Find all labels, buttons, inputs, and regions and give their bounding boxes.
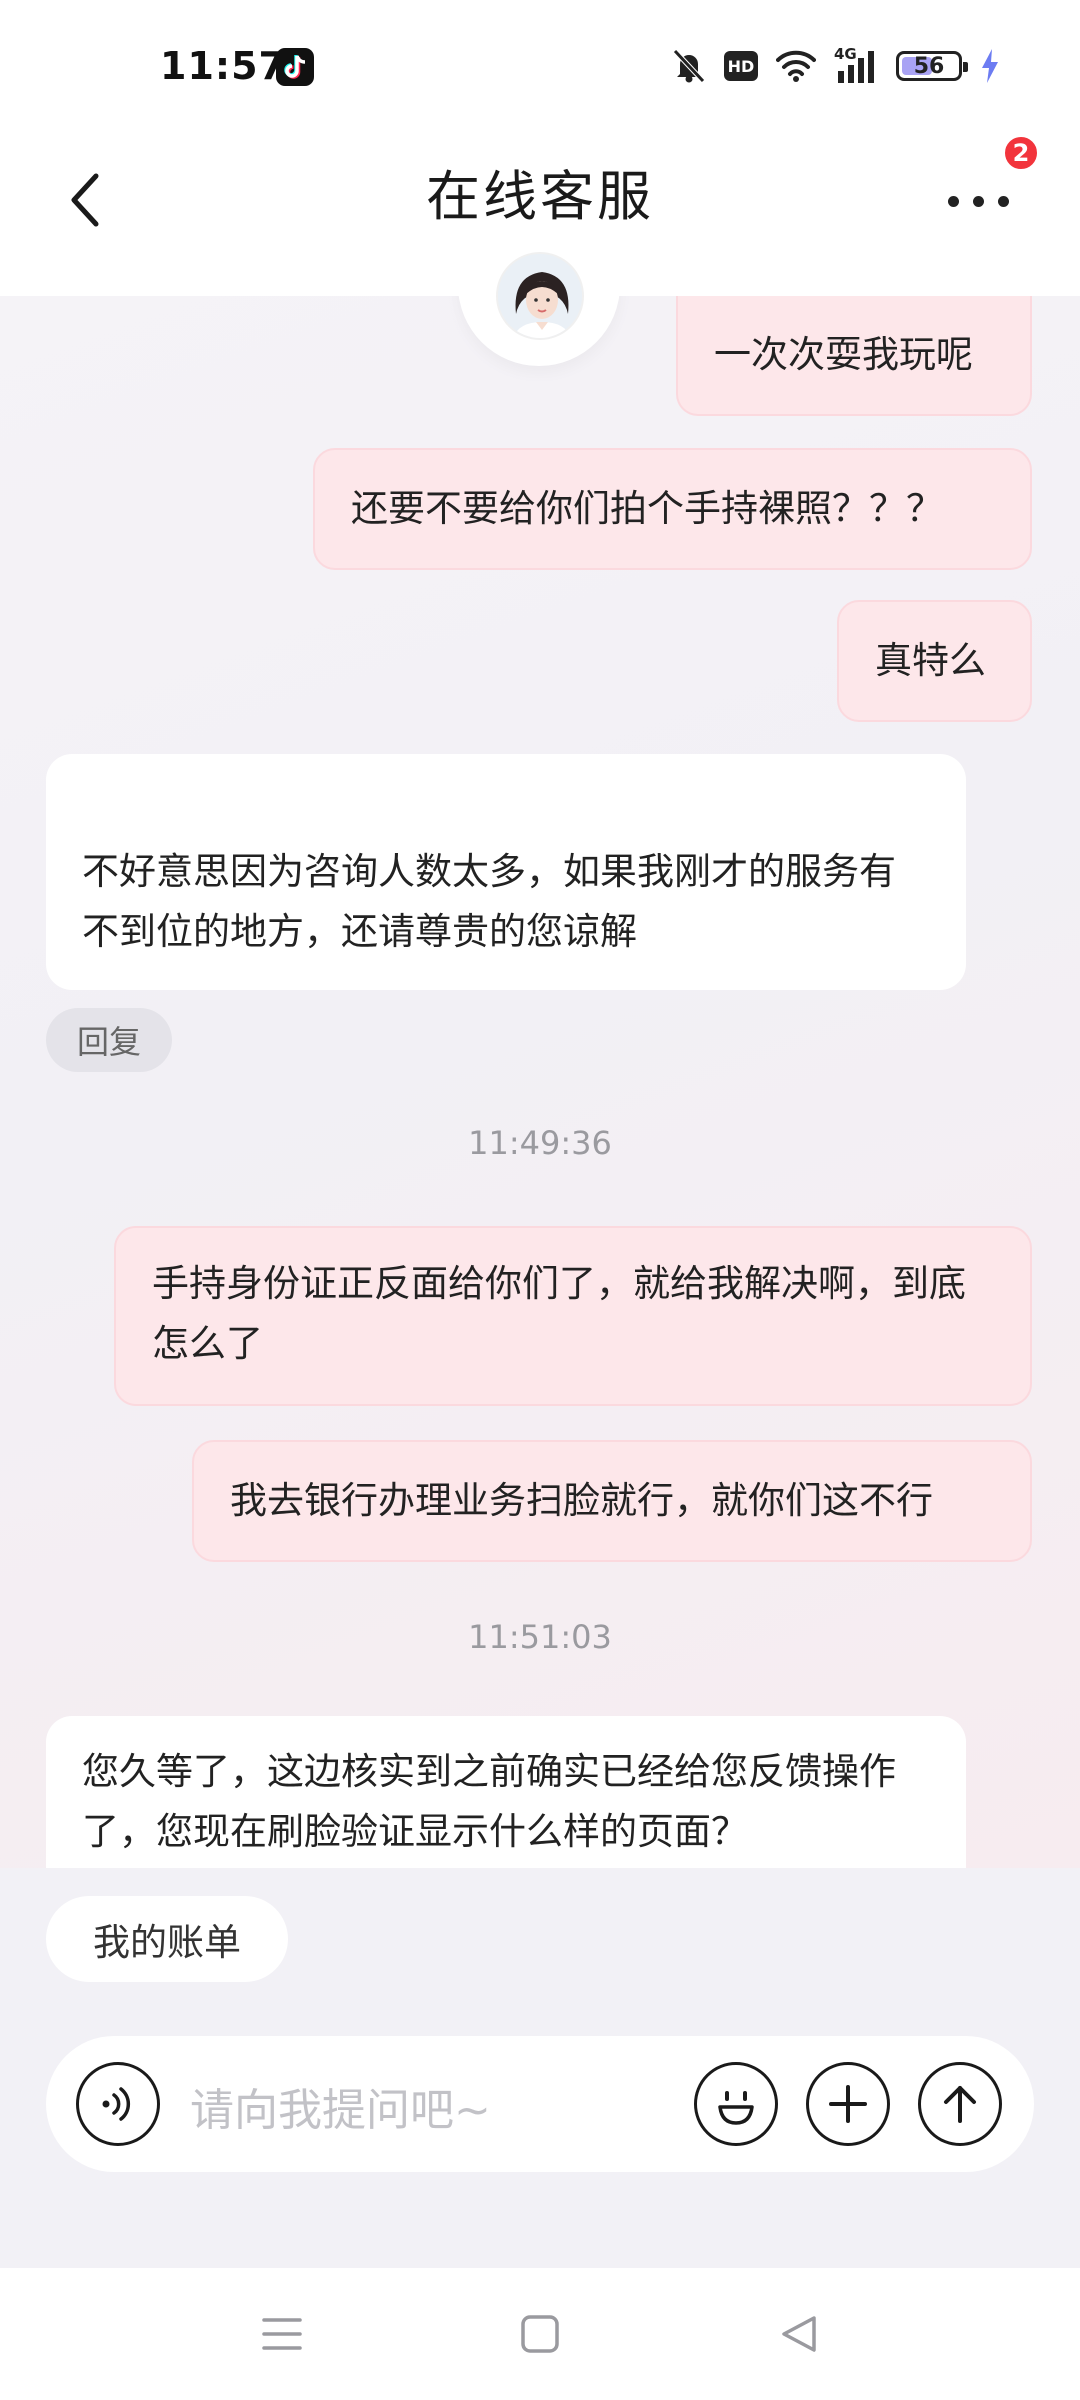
voice-button[interactable] bbox=[76, 2062, 160, 2146]
add-button[interactable] bbox=[806, 2062, 890, 2146]
message-user[interactable]: 一次次耍我玩呢 bbox=[676, 296, 1032, 416]
home-button[interactable] bbox=[518, 2312, 562, 2356]
message-user[interactable]: 真特么 bbox=[837, 600, 1032, 722]
more-button[interactable] bbox=[944, 160, 1024, 240]
emoji-icon bbox=[718, 2091, 754, 2125]
system-nav-bar bbox=[0, 2268, 1080, 2400]
hd-icon: HD bbox=[724, 51, 758, 81]
timestamp: 11:49:36 bbox=[468, 1124, 612, 1162]
tiktok-notification-icon bbox=[276, 48, 314, 86]
menu-icon bbox=[262, 2318, 302, 2350]
reply-button[interactable]: 回复 bbox=[46, 1008, 172, 1072]
timestamp: 11:51:03 bbox=[468, 1618, 612, 1656]
notification-badge: 2 bbox=[1002, 134, 1040, 172]
page-title: 在线客服 bbox=[426, 165, 654, 228]
system-back-button[interactable] bbox=[776, 2312, 820, 2356]
battery-icon: 56 bbox=[896, 51, 968, 81]
menu-button[interactable] bbox=[260, 2312, 304, 2356]
arrow-up-icon bbox=[944, 2086, 976, 2123]
input-bar: 请向我提问吧~ bbox=[46, 2036, 1034, 2172]
message-user[interactable]: 我去银行办理业务扫脸就行，就你们这不行 bbox=[192, 1440, 1032, 1562]
plus-icon bbox=[829, 2085, 867, 2123]
status-time: 11:57 bbox=[160, 44, 286, 88]
signal-icon: 4G bbox=[834, 45, 878, 83]
home-square-icon bbox=[521, 2315, 559, 2353]
message-user[interactable]: 手持身份证正反面给你们了，就给我解决啊，到底怎么了 bbox=[114, 1226, 1032, 1406]
quick-reply-my-bill[interactable]: 我的账单 bbox=[46, 1896, 288, 1982]
agent-avatar-icon bbox=[498, 254, 582, 338]
charging-icon bbox=[982, 49, 998, 83]
more-dots-icon bbox=[948, 196, 1009, 207]
status-icons: HD 4G 56 bbox=[672, 45, 1000, 86]
message-input[interactable]: 请向我提问吧~ bbox=[190, 2074, 491, 2138]
message-agent[interactable]: 不好意思因为咨询人数太多，如果我刚才的服务有不到位的地方，还请尊贵的您谅解 bbox=[46, 754, 966, 990]
avatar[interactable] bbox=[496, 252, 584, 340]
emoji-button[interactable] bbox=[694, 2062, 778, 2146]
back-triangle-icon bbox=[782, 2316, 816, 2352]
status-bar: 11:57 HD 4G 56 bbox=[0, 0, 1080, 120]
battery-level: 56 bbox=[913, 53, 945, 79]
send-button[interactable] bbox=[918, 2062, 1002, 2146]
mute-bell-icon bbox=[673, 49, 705, 83]
message-agent[interactable]: 您久等了，这边核实到之前确实已经给您反馈操作了，您现在刷脸验证显示什么样的页面？ bbox=[46, 1716, 966, 1868]
chat-area[interactable]: 一次次耍我玩呢 还要不要给你们拍个手持裸照？？？ 真特么 不好意思因为咨询人数太… bbox=[0, 296, 1080, 1868]
network-type: 4G bbox=[834, 45, 857, 63]
voice-icon bbox=[102, 2087, 131, 2121]
wifi-icon bbox=[776, 50, 816, 82]
message-user[interactable]: 还要不要给你们拍个手持裸照？？？ bbox=[313, 448, 1032, 570]
